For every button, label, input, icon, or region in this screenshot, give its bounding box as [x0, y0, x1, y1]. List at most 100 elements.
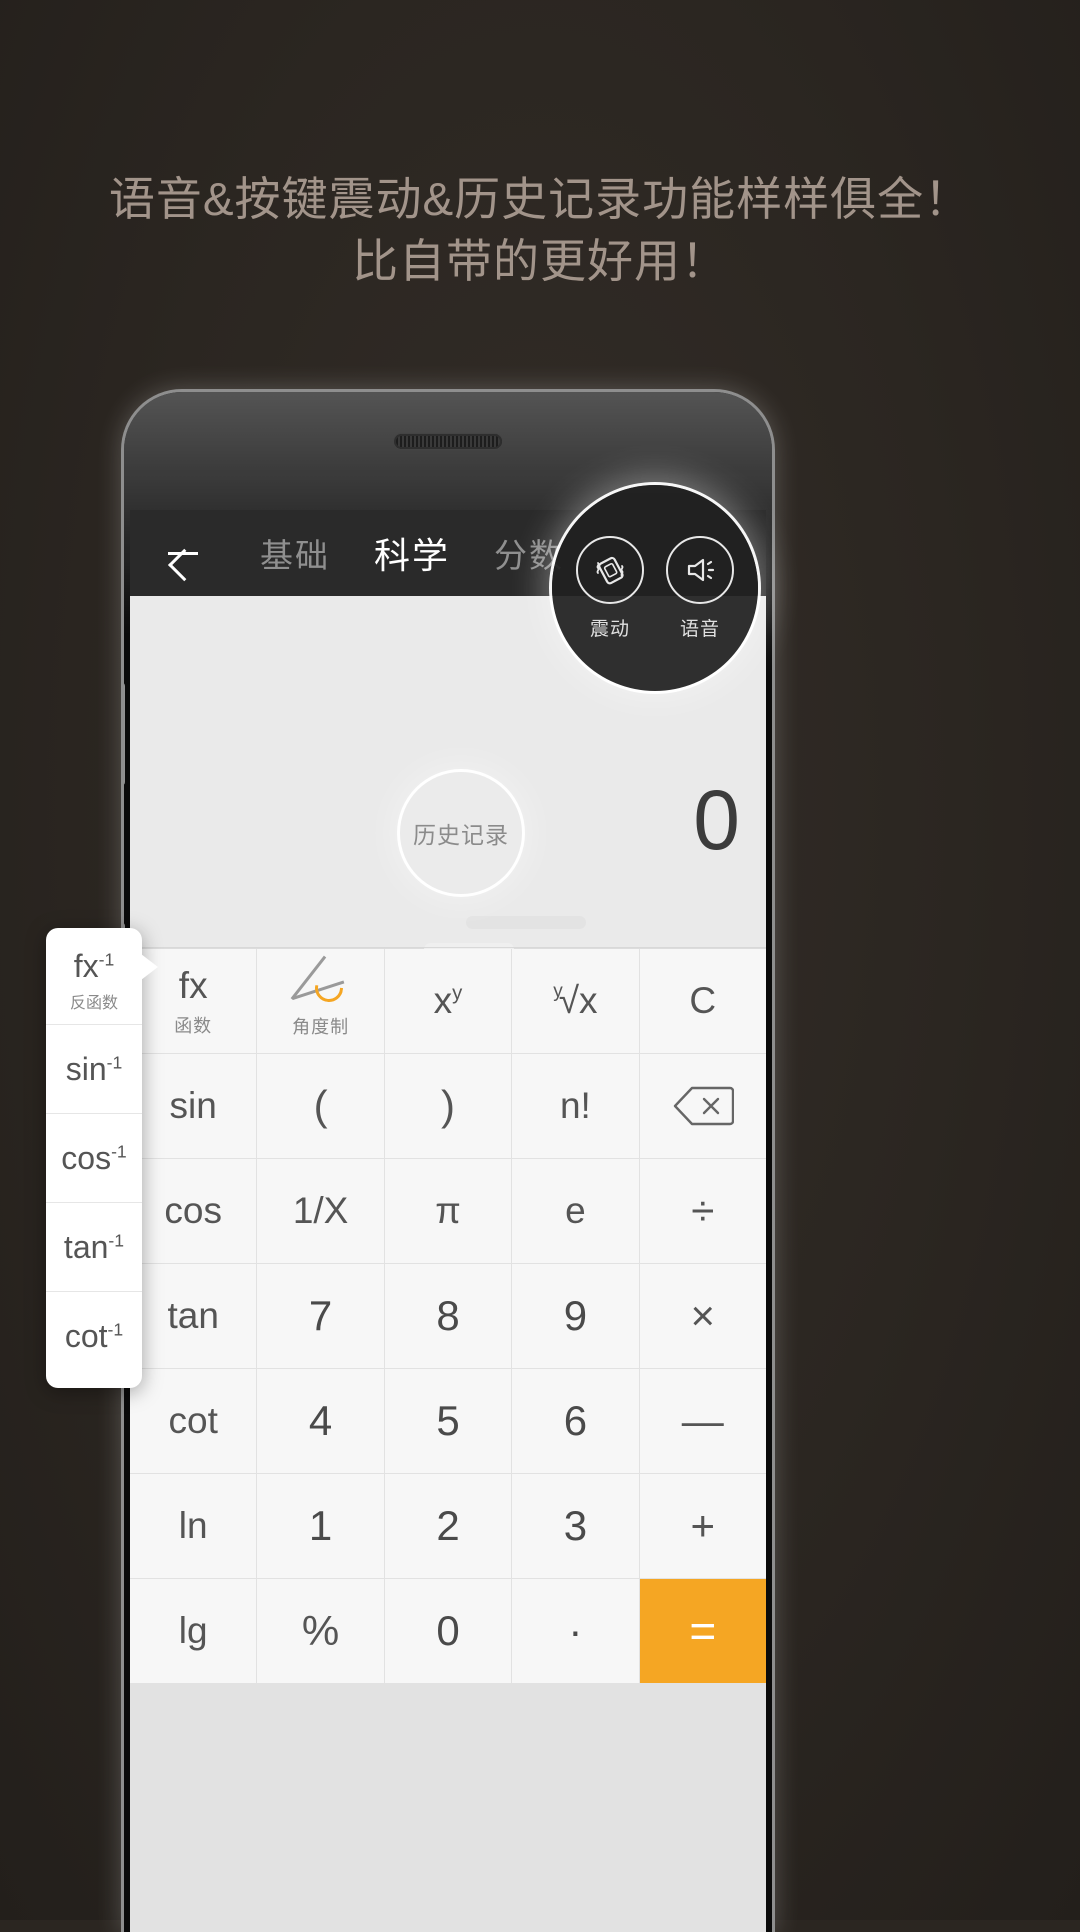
inverse-function-label: cot-1	[64, 1317, 124, 1354]
key-label: (	[313, 1082, 328, 1129]
number-key[interactable]: 0	[384, 1579, 512, 1683]
key-label: cot	[168, 1400, 218, 1441]
operator-key[interactable]: (	[257, 1054, 384, 1158]
inverse-function-popup: fx-1 反函数 sin-1 cos-1 tan-1 cot-1	[46, 928, 158, 1388]
history-spotlight[interactable]: 历史记录	[400, 772, 522, 894]
root-key[interactable]: y √x	[512, 949, 639, 1053]
constant-key[interactable]: π	[384, 1159, 512, 1263]
earpiece-speaker-icon	[394, 434, 502, 449]
inverse-function-label: tan-1	[63, 1228, 125, 1265]
power-key[interactable]: xy	[384, 949, 512, 1053]
operator-key[interactable]: %	[257, 1579, 384, 1683]
vibrate-label: 震动	[589, 618, 630, 640]
promo-headline-line2: 比自带的更好用！	[352, 235, 728, 287]
operator-key[interactable]: )	[384, 1054, 512, 1158]
inverse-function-item[interactable]: cos-1	[46, 1114, 142, 1203]
history-label: 历史记录	[413, 822, 509, 848]
operator-key[interactable]: —	[639, 1369, 766, 1473]
inverse-function-item[interactable]: cot-1	[46, 1292, 142, 1380]
number-key[interactable]: 3	[512, 1474, 639, 1578]
key-label: 1/X	[292, 1190, 349, 1231]
key-label: —	[681, 1397, 724, 1444]
function-key[interactable]: lg	[130, 1579, 257, 1683]
constant-key[interactable]: e	[512, 1159, 639, 1263]
volume-up-button[interactable]	[124, 682, 125, 786]
number-key[interactable]: 8	[384, 1264, 512, 1368]
tab-scientific[interactable]: 科学	[374, 527, 450, 579]
inverse-function-label: fx-1	[73, 947, 115, 984]
key-label: ln	[178, 1505, 208, 1546]
key-label: )	[440, 1082, 455, 1129]
key-label: 0	[436, 1607, 460, 1654]
promo-headline-line1: 语音&按键震动&历史记录功能样样俱全！	[108, 173, 972, 225]
app-screen: 基础 科学 分数 0 fx 函数 角度制 xy y √x Csin() n! cos 1/X π e ÷…	[130, 510, 766, 1932]
function-key[interactable]: tan	[130, 1264, 257, 1368]
function-key[interactable]: n!	[512, 1054, 639, 1158]
number-key[interactable]: 1	[257, 1474, 384, 1578]
backspace-icon	[672, 1085, 734, 1127]
key-label: 4	[308, 1397, 333, 1444]
key-label: 3	[563, 1502, 588, 1549]
speaker-icon	[666, 535, 734, 604]
angle-mode-key[interactable]: 角度制	[257, 949, 384, 1053]
display-value: 0	[693, 773, 740, 867]
voice-label: 语音	[679, 618, 720, 640]
key-label: =	[689, 1605, 717, 1657]
number-key[interactable]: 4	[257, 1369, 384, 1473]
key-label: ÷	[691, 1187, 715, 1234]
key-label: y √x	[553, 980, 598, 1021]
number-key[interactable]: 7	[257, 1264, 384, 1368]
inverse-function-label: cos-1	[61, 1139, 127, 1176]
key-label: π	[435, 1190, 461, 1231]
operator-key[interactable]: ÷	[639, 1159, 766, 1263]
number-key[interactable]: 9	[512, 1264, 639, 1368]
key-label: tan	[167, 1295, 219, 1336]
key-label: 1	[308, 1502, 333, 1549]
number-key[interactable]: ·	[512, 1579, 639, 1683]
inverse-function-label: sin-1	[65, 1050, 123, 1087]
key-label: xy	[433, 980, 463, 1021]
voice-toggle[interactable]: 语音	[666, 535, 734, 641]
key-label: sin	[169, 1085, 217, 1126]
back-arrow-icon[interactable]	[160, 530, 206, 576]
operator-key[interactable]: +	[639, 1474, 766, 1578]
function-key[interactable]: 1/X	[257, 1159, 384, 1263]
key-label: 9	[563, 1292, 588, 1339]
key-label: 2	[436, 1502, 460, 1549]
vibrate-icon	[576, 535, 644, 604]
key-label: 5	[436, 1397, 460, 1444]
key-label: ×	[690, 1292, 716, 1339]
history-pill	[466, 916, 586, 929]
equals-key[interactable]: =	[639, 1579, 766, 1683]
inverse-function-sublabel: 反函数	[69, 994, 118, 1012]
key-label: %	[301, 1607, 340, 1654]
function-key[interactable]: ln	[130, 1474, 257, 1578]
angle-mode-icon	[289, 955, 353, 1008]
function-key[interactable]: cos	[130, 1159, 257, 1263]
function-key[interactable]: cot	[130, 1369, 257, 1473]
key-label: e	[565, 1190, 586, 1231]
number-key[interactable]: 6	[512, 1369, 639, 1473]
inverse-function-item[interactable]: sin-1	[46, 1025, 142, 1114]
key-label: cos	[164, 1190, 222, 1231]
operator-key[interactable]: ×	[639, 1264, 766, 1368]
key-label: 7	[308, 1292, 333, 1339]
backspace-key[interactable]	[639, 1054, 766, 1158]
key-label: 8	[436, 1292, 460, 1339]
key-label: lg	[178, 1610, 208, 1651]
number-key[interactable]: 5	[384, 1369, 512, 1473]
vibrate-toggle[interactable]: 震动	[576, 535, 644, 641]
promo-headline: 语音&按键震动&历史记录功能样样俱全！ 比自带的更好用！	[0, 168, 1080, 292]
function-key[interactable]: sin	[130, 1054, 257, 1158]
number-key[interactable]: 2	[384, 1474, 512, 1578]
tab-basic[interactable]: 基础	[260, 529, 330, 577]
display-divider	[130, 947, 766, 948]
tools-spotlight: 震动 语音	[552, 485, 758, 691]
key-label: ·	[568, 1607, 583, 1654]
inverse-function-item[interactable]: fx-1 反函数	[46, 936, 142, 1025]
key-label: +	[690, 1502, 716, 1549]
clear-key[interactable]: C	[639, 949, 766, 1053]
key-label: C	[689, 980, 717, 1021]
key-sublabel: 函数	[174, 1015, 213, 1036]
inverse-function-item[interactable]: tan-1	[46, 1203, 142, 1292]
